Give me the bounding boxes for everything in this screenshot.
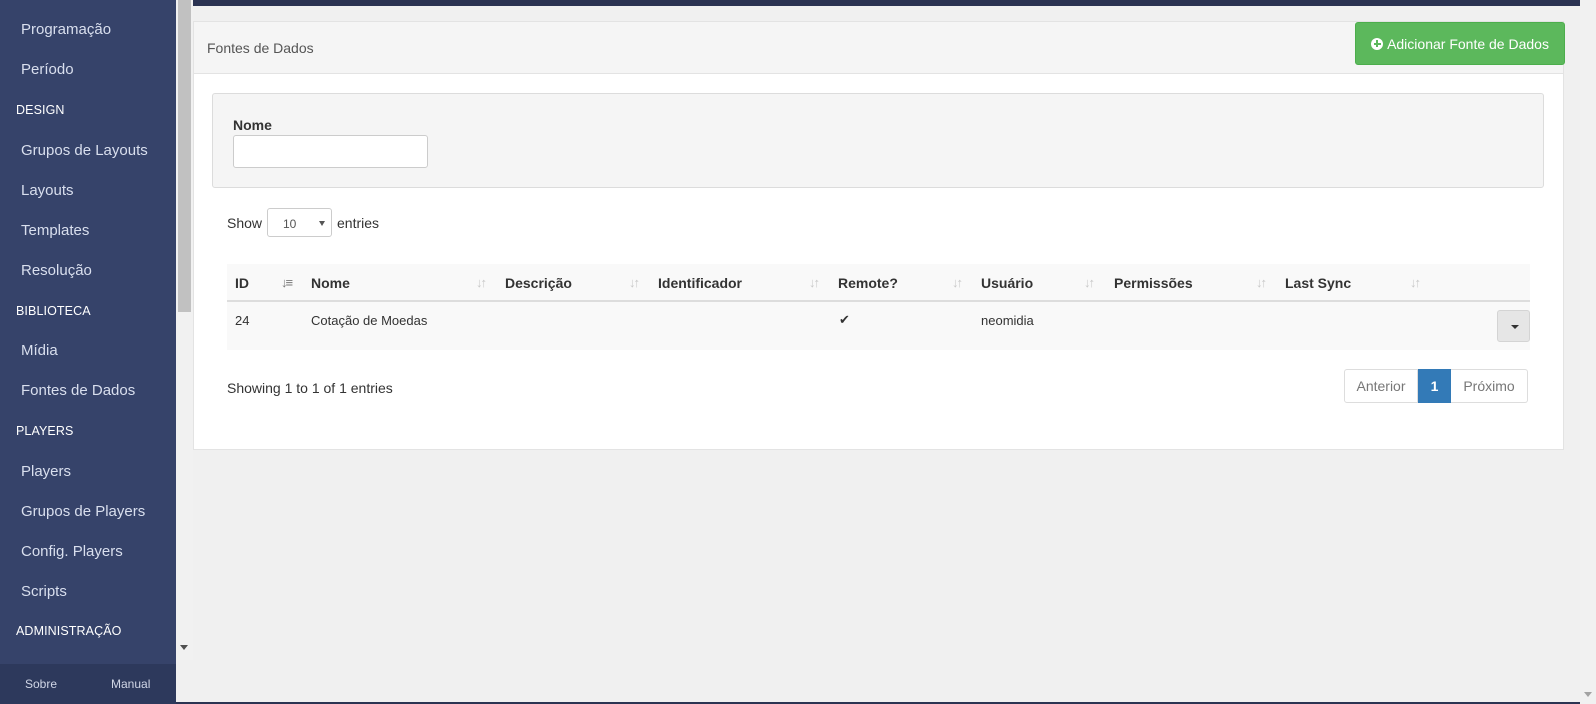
table-info: Showing 1 to 1 of 1 entries xyxy=(227,380,393,396)
name-filter-input[interactable] xyxy=(233,135,428,168)
chevron-down-icon xyxy=(319,221,325,226)
column-header-nome[interactable]: Nome xyxy=(311,275,350,291)
scroll-down-arrow-icon[interactable] xyxy=(180,645,188,650)
column-header-identificador[interactable]: Identificador xyxy=(658,275,742,291)
row-actions-button[interactable] xyxy=(1497,310,1530,342)
sort-icon[interactable]: ↓↑ xyxy=(476,275,487,290)
table-row: 24 Cotação de Moedas ✔ neomidia xyxy=(227,302,1530,350)
length-show-label: Show xyxy=(227,215,263,231)
sidebar-menu: Programação Período DESIGN Grupos de Lay… xyxy=(0,0,176,660)
sidebar-item-periodo[interactable]: Período xyxy=(21,61,74,78)
panel-heading: Fontes de Dados Adicionar Fonte de Dados xyxy=(194,22,1565,74)
sidebar-item-fontes-de-dados[interactable]: Fontes de Dados xyxy=(21,382,135,399)
sort-icon[interactable]: ↓↑ xyxy=(1410,275,1421,290)
cell-nome: Cotação de Moedas xyxy=(311,313,428,328)
length-entries-label: entries xyxy=(337,215,380,231)
add-data-source-button[interactable]: Adicionar Fonte de Dados xyxy=(1355,22,1565,65)
top-bar xyxy=(193,0,1580,6)
manual-link[interactable]: Manual xyxy=(111,677,150,691)
sidebar-item-midia[interactable]: Mídia xyxy=(21,342,58,359)
sidebar-item-templates[interactable]: Templates xyxy=(21,222,89,239)
pagination-page-1[interactable]: 1 xyxy=(1418,369,1451,403)
sort-asc-icon[interactable]: ↓≡ xyxy=(281,275,293,290)
sidebar-header-players: PLAYERS xyxy=(16,424,74,438)
page-scrollbar[interactable] xyxy=(1580,0,1596,704)
caret-down-icon xyxy=(1511,325,1519,329)
sort-icon[interactable]: ↓↑ xyxy=(1256,275,1267,290)
add-data-source-label: Adicionar Fonte de Dados xyxy=(1387,35,1549,52)
sidebar-header-design: DESIGN xyxy=(16,103,65,117)
pagination-next[interactable]: Próximo xyxy=(1451,369,1528,403)
sidebar-item-scripts[interactable]: Scripts xyxy=(21,583,67,600)
sidebar-item-players[interactable]: Players xyxy=(21,463,71,480)
sidebar-item-programacao[interactable]: Programação xyxy=(21,21,111,38)
data-sources-panel: Fontes de Dados Adicionar Fonte de Dados… xyxy=(193,21,1565,450)
pagination-previous[interactable]: Anterior xyxy=(1344,369,1418,403)
page-title: Fontes de Dados xyxy=(207,40,314,56)
sidebar-item-layouts[interactable]: Layouts xyxy=(21,182,74,199)
column-header-usuario[interactable]: Usuário xyxy=(981,275,1033,291)
sort-icon[interactable]: ↓↑ xyxy=(952,275,963,290)
column-header-last-sync[interactable]: Last Sync xyxy=(1285,275,1351,291)
sidebar-scrollbar-thumb[interactable] xyxy=(178,0,191,312)
column-header-remote[interactable]: Remote? xyxy=(838,275,898,291)
column-header-id[interactable]: ID xyxy=(235,275,249,291)
sidebar-item-grupos-players[interactable]: Grupos de Players xyxy=(21,503,145,520)
sidebar-header-administracao: ADMINISTRAÇÃO xyxy=(16,624,122,638)
column-header-descricao[interactable]: Descrição xyxy=(505,275,572,291)
page-length-select[interactable]: 10 xyxy=(267,208,332,237)
sidebar: Programação Período DESIGN Grupos de Lay… xyxy=(0,0,176,704)
sidebar-header-biblioteca: BIBLIOTECA xyxy=(16,304,91,318)
table-header: ID ↓≡ Nome ↓↑ Descrição ↓↑ Identificador… xyxy=(227,264,1530,302)
scroll-down-arrow-icon[interactable] xyxy=(1584,692,1592,697)
sidebar-item-resolucao[interactable]: Resolução xyxy=(21,262,92,279)
cell-usuario: neomidia xyxy=(981,313,1034,328)
check-icon: ✔ xyxy=(839,312,850,327)
cell-id: 24 xyxy=(235,313,250,328)
sort-icon[interactable]: ↓↑ xyxy=(809,275,820,290)
sidebar-item-grupos-layouts[interactable]: Grupos de Layouts xyxy=(21,142,148,159)
sort-icon[interactable]: ↓↑ xyxy=(1084,275,1095,290)
about-link[interactable]: Sobre xyxy=(25,677,57,691)
plus-circle-icon xyxy=(1371,37,1384,50)
filter-form: Nome xyxy=(212,93,1544,188)
name-filter-label: Nome xyxy=(233,117,272,133)
sidebar-item-config-players[interactable]: Config. Players xyxy=(21,543,123,560)
sidebar-footer: Sobre Manual xyxy=(0,664,176,704)
column-header-permissoes[interactable]: Permissões xyxy=(1114,275,1193,291)
sort-icon[interactable]: ↓↑ xyxy=(629,275,640,290)
page-length-value: 10 xyxy=(283,217,297,231)
